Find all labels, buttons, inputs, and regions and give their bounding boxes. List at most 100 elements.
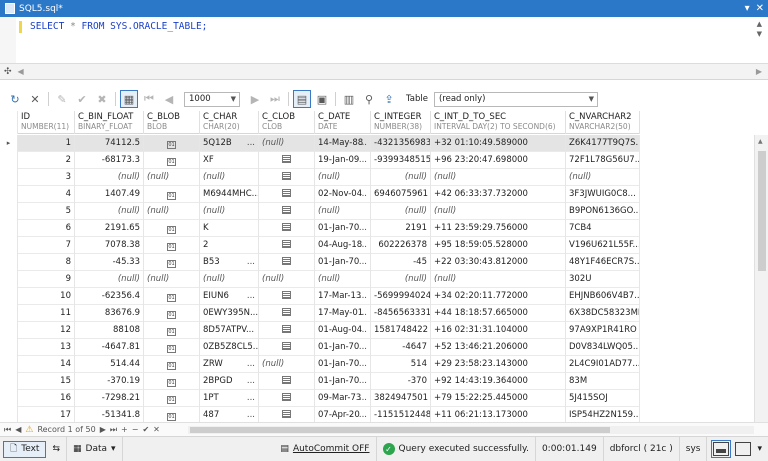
current-row-icon[interactable]: ▸ <box>0 135 18 152</box>
cell-char[interactable]: 2BPGD... <box>200 373 259 390</box>
column-header[interactable]: C_INTEGER NUMBER(38) <box>371 111 431 134</box>
next-page-icon[interactable]: ▶ <box>246 90 264 108</box>
find-icon[interactable]: ⚲ <box>360 90 378 108</box>
cell-interval[interactable]: +96 23:20:47.698000 <box>431 152 566 169</box>
vertical-scrollbar[interactable]: ▲ <box>754 135 768 422</box>
row-indicator[interactable] <box>0 407 18 422</box>
blob-cell[interactable]: 01 <box>144 305 200 322</box>
cell-id[interactable]: 17 <box>18 407 75 422</box>
cell-id[interactable]: 10 <box>18 288 75 305</box>
cell-char[interactable]: 1PT... <box>200 390 259 407</box>
cell-char[interactable]: 8D57ATPV... <box>200 322 259 339</box>
blob-cell[interactable]: 01 <box>144 237 200 254</box>
close-icon[interactable]: ✕ <box>756 3 764 14</box>
row-indicator[interactable] <box>0 356 18 373</box>
cell-interval[interactable]: +11 06:21:13.173000 <box>431 407 566 422</box>
table-row[interactable]: 10 -62356.4 01 EIUN6... 17-Mar-13... -5699994… <box>0 288 640 305</box>
cell-char[interactable]: 5Q12B... <box>200 135 259 152</box>
cell-nvarchar[interactable]: 6X38DC58323ME9 <box>566 305 640 322</box>
cell-nvarchar[interactable]: 2L4C9I01AD77... <box>566 356 640 373</box>
cell-char[interactable]: 487... <box>200 407 259 422</box>
column-header[interactable]: C_NVARCHAR2 NVARCHAR2(50) <box>566 111 640 134</box>
table-row[interactable]: 17 -51341.8 01 487... 07-Apr-20... -115151244… <box>0 407 640 422</box>
table-row[interactable]: ▸ 1 74112.5 01 5Q12B... (null) 14-May-88... -43… <box>0 135 640 152</box>
cell-bin-float[interactable]: (null) <box>75 169 144 186</box>
cell-char[interactable]: 2 <box>200 237 259 254</box>
cell-bin-float[interactable]: -51341.8 <box>75 407 144 422</box>
row-indicator[interactable] <box>0 390 18 407</box>
clob-cell[interactable] <box>259 169 315 186</box>
cell-date[interactable]: 09-Mar-73... <box>315 390 371 407</box>
cell-date[interactable]: (null) <box>315 271 371 288</box>
nav-cancel-icon[interactable]: ✕ <box>153 425 160 434</box>
bottom-panel-layout-icon[interactable] <box>711 440 732 458</box>
blob-cell[interactable]: 01 <box>144 288 200 305</box>
cell-integer[interactable]: (null) <box>371 169 431 186</box>
cell-id[interactable]: 15 <box>18 373 75 390</box>
blob-cell[interactable]: 01 <box>144 186 200 203</box>
row-indicator[interactable] <box>0 203 18 220</box>
text-view-button[interactable]: 🗋 Text <box>3 440 47 458</box>
cell-integer[interactable]: 514 <box>371 356 431 373</box>
cell-id[interactable]: 16 <box>18 390 75 407</box>
cell-interval[interactable]: (null) <box>431 203 566 220</box>
cell-integer[interactable]: -4321356983 <box>371 135 431 152</box>
cell-nvarchar[interactable]: EHJNB606V4B7... <box>566 288 640 305</box>
cell-char[interactable]: EIUN6... <box>200 288 259 305</box>
cell-blob[interactable]: (null) <box>144 203 200 220</box>
cell-date[interactable]: 01-Jan-70... <box>315 373 371 390</box>
cell-bin-float[interactable]: (null) <box>75 203 144 220</box>
cell-id[interactable]: 3 <box>18 169 75 186</box>
cell-interval[interactable]: (null) <box>431 271 566 288</box>
last-page-icon[interactable]: ⏭ <box>266 90 284 108</box>
row-indicator[interactable] <box>0 271 18 288</box>
cell-date[interactable]: 17-Mar-13... <box>315 288 371 305</box>
row-indicator[interactable] <box>0 305 18 322</box>
scrollbar-thumb[interactable] <box>758 151 766 271</box>
clob-cell[interactable] <box>259 390 315 407</box>
cell-bin-float[interactable]: -45.33 <box>75 254 144 271</box>
sql-code-line[interactable]: SELECT * FROM SYS.ORACLE_TABLE; <box>30 21 207 32</box>
cell-id[interactable]: 9 <box>18 271 75 288</box>
cell-nvarchar[interactable]: (null) <box>566 169 640 186</box>
scroll-left-icon[interactable]: ◀ <box>18 67 24 76</box>
cell-char[interactable]: (null) <box>200 203 259 220</box>
table-row[interactable]: 12 88108 01 8D57ATPV... 01-Aug-04... 15817484… <box>0 322 640 339</box>
column-header[interactable]: ID NUMBER(11) <box>18 111 75 134</box>
cell-integer[interactable]: -5699994024 <box>371 288 431 305</box>
cell-bin-float[interactable]: 7078.38 <box>75 237 144 254</box>
cell-interval[interactable]: +22 03:30:43.812000 <box>431 254 566 271</box>
cell-nvarchar[interactable]: 97A9XP1R41RO <box>566 322 640 339</box>
clob-cell[interactable] <box>259 305 315 322</box>
clob-cell[interactable] <box>259 339 315 356</box>
cell-date[interactable]: (null) <box>315 203 371 220</box>
cell-date[interactable]: (null) <box>315 169 371 186</box>
cell-date[interactable]: 19-Jan-09... <box>315 152 371 169</box>
blob-cell[interactable]: 01 <box>144 373 200 390</box>
cell-integer[interactable]: -1151512448 <box>371 407 431 422</box>
cell-id[interactable]: 6 <box>18 220 75 237</box>
stop-icon[interactable]: ✕ <box>26 90 44 108</box>
cell-interval[interactable]: +79 15:22:25.445000 <box>431 390 566 407</box>
row-indicator[interactable] <box>0 373 18 390</box>
cell-char[interactable]: (null) <box>200 169 259 186</box>
chevron-down-icon[interactable]: ▾ <box>757 444 762 454</box>
cell-interval[interactable]: +44 18:18:57.665000 <box>431 305 566 322</box>
cell-date[interactable]: 17-May-01... <box>315 305 371 322</box>
cell-clob[interactable]: (null) <box>259 356 315 373</box>
horizontal-scrollbar[interactable] <box>188 426 754 434</box>
cell-char[interactable]: B53... <box>200 254 259 271</box>
swap-view-button[interactable]: ⇆ <box>46 436 67 461</box>
refresh-icon[interactable]: ↻ <box>6 90 24 108</box>
blob-cell[interactable]: 01 <box>144 356 200 373</box>
nav-apply-icon[interactable]: ✔ <box>142 425 149 434</box>
autocommit-toggle[interactable]: ▤ AutoCommit OFF <box>274 436 377 461</box>
cell-char[interactable]: K <box>200 220 259 237</box>
cell-char[interactable]: 0ZB5Z8CL5... <box>200 339 259 356</box>
cell-integer[interactable]: -370 <box>371 373 431 390</box>
row-indicator[interactable] <box>0 254 18 271</box>
column-header[interactable]: C_INT_D_TO_SEC INTERVAL DAY(2) TO SECOND(… <box>431 111 566 134</box>
cell-date[interactable]: 01-Jan-70... <box>315 220 371 237</box>
cell-nvarchar[interactable]: Z6K4177T9Q7S... <box>566 135 640 152</box>
cell-interval[interactable]: +42 06:33:37.732000 <box>431 186 566 203</box>
